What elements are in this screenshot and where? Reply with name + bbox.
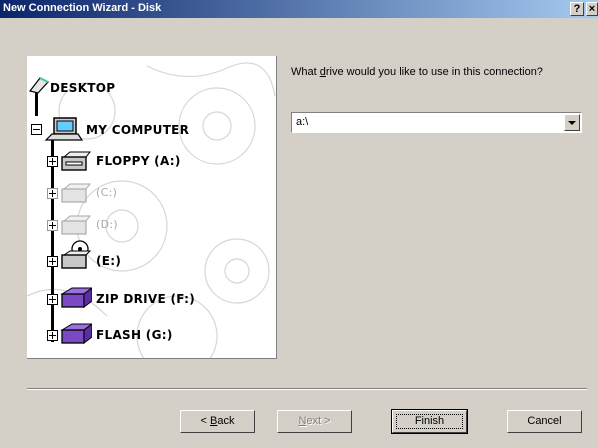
drive-select[interactable]: a:\ bbox=[291, 112, 582, 133]
tree-label-drive-e: (E:) bbox=[96, 254, 122, 268]
title-bar[interactable]: New Connection Wizard - Disk ? × bbox=[0, 0, 598, 18]
expand-toggle[interactable] bbox=[47, 156, 58, 167]
finish-button[interactable]: Finish bbox=[391, 409, 468, 434]
drive-select-value: a:\ bbox=[296, 116, 309, 128]
tree-label-drive-a: FLOPPY (A:) bbox=[96, 154, 181, 168]
expand-toggle[interactable] bbox=[47, 256, 58, 267]
desktop-icon bbox=[28, 77, 49, 94]
drive-tree-illustration: DESKTOP MY COMPUTER FLOPPY (A:) (C:) (D:… bbox=[27, 56, 277, 359]
wizard-window: New Connection Wizard - Disk ? × DESKTOP bbox=[0, 0, 598, 448]
close-button[interactable]: × bbox=[586, 2, 598, 16]
tree-item-drive-c[interactable]: (C:) bbox=[27, 180, 267, 206]
tree-item-desktop[interactable]: DESKTOP bbox=[27, 76, 267, 102]
expand-toggle[interactable] bbox=[47, 294, 58, 305]
tree-item-drive-g[interactable]: FLASH (G:) bbox=[27, 320, 267, 346]
tree-label-drive-c: (C:) bbox=[96, 186, 118, 199]
computer-icon bbox=[44, 117, 84, 141]
expand-toggle[interactable] bbox=[47, 330, 58, 341]
tree-item-my-computer[interactable]: MY COMPUTER bbox=[27, 116, 267, 142]
tree-label-drive-f: ZIP DRIVE (F:) bbox=[96, 292, 195, 306]
expand-toggle[interactable] bbox=[47, 220, 58, 231]
dropdown-arrow-icon[interactable] bbox=[564, 114, 580, 131]
tree-item-drive-d[interactable]: (D:) bbox=[27, 212, 267, 238]
tree-label-my-computer: MY COMPUTER bbox=[86, 123, 190, 137]
button-separator bbox=[27, 388, 587, 390]
hard-drive-icon bbox=[61, 215, 92, 235]
cd-drive-icon bbox=[61, 240, 92, 269]
tree-label-desktop: DESKTOP bbox=[50, 81, 116, 95]
collapse-toggle[interactable] bbox=[31, 124, 42, 135]
floppy-drive-icon bbox=[61, 151, 92, 171]
flash-drive-icon bbox=[60, 323, 92, 344]
expand-toggle[interactable] bbox=[47, 188, 58, 199]
help-button[interactable]: ? bbox=[570, 2, 584, 16]
tree-item-drive-a[interactable]: FLOPPY (A:) bbox=[27, 148, 267, 174]
back-button[interactable]: < Back bbox=[180, 410, 255, 433]
cancel-button[interactable]: Cancel bbox=[507, 410, 582, 433]
next-button[interactable]: Next > bbox=[277, 410, 352, 433]
tree-item-drive-e[interactable]: (E:) bbox=[27, 240, 267, 272]
tree-item-drive-f[interactable]: ZIP DRIVE (F:) bbox=[27, 284, 267, 310]
hard-drive-icon bbox=[61, 183, 92, 203]
tree-label-drive-d: (D:) bbox=[96, 218, 118, 231]
window-title: New Connection Wizard - Disk bbox=[3, 2, 162, 14]
zip-drive-icon bbox=[60, 287, 92, 308]
drive-question-label: What drive would you like to use in this… bbox=[291, 66, 543, 78]
tree-label-drive-g: FLASH (G:) bbox=[96, 328, 173, 342]
